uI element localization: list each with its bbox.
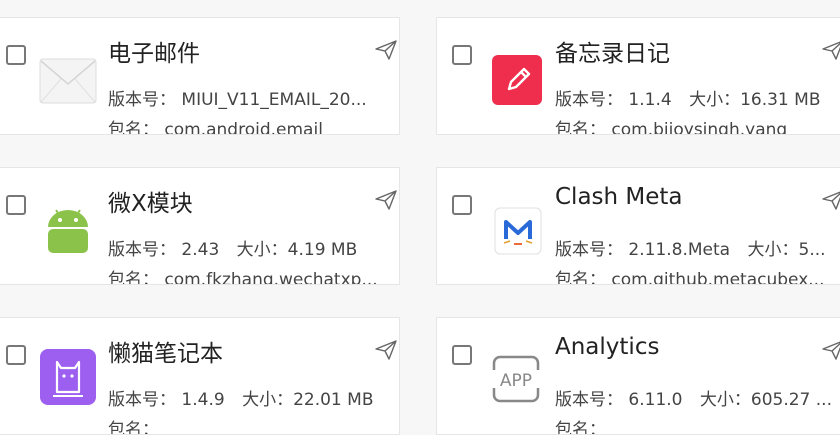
- size-value: 16.31 MB: [740, 90, 821, 110]
- package-value: com.android.email: [164, 120, 323, 135]
- app-card-wechatxp[interactable]: 微X模块 版本号： 2.43 大小：4.19 MB 包名： com.fkzhan…: [0, 167, 400, 285]
- app-title: Clash Meta: [555, 184, 683, 210]
- package-label: 包名：: [108, 120, 159, 135]
- size-value: 22.01 MB: [293, 390, 374, 410]
- send-icon[interactable]: [374, 338, 398, 362]
- send-icon[interactable]: [821, 38, 840, 62]
- package-line: 包名： com.fkzhang.wechatxp...: [108, 265, 398, 285]
- send-icon[interactable]: [374, 38, 398, 62]
- version-label: 版本号：: [108, 90, 176, 110]
- app-title: 懒猫笔记本: [108, 341, 223, 367]
- app-title: 备忘录日记: [555, 41, 670, 67]
- version-label: 版本号：: [108, 240, 176, 260]
- select-checkbox[interactable]: [6, 195, 26, 215]
- package-value: com.github.metacubex...: [611, 270, 825, 285]
- android-robot-icon: [39, 202, 97, 260]
- size-label: 大小：: [699, 390, 751, 410]
- app-card-memo[interactable]: 备忘录日记 版本号： 1.1.4 大小：16.31 MB 包名： com.bij…: [436, 17, 840, 135]
- select-checkbox[interactable]: [6, 45, 26, 65]
- send-icon[interactable]: [821, 188, 840, 212]
- version-line: 版本号： 1.1.4 大小：16.31 MB: [555, 85, 840, 110]
- version-value: 2.11.8.Meta: [628, 240, 731, 260]
- app-card-email[interactable]: 电子邮件 版本号： MIUI_V11_EMAIL_20... 包名： com.a…: [0, 17, 400, 135]
- version-line: 版本号： 6.11.0 大小：605.27 ...: [555, 385, 840, 410]
- select-checkbox[interactable]: [452, 45, 472, 65]
- app-title: Analytics: [555, 334, 660, 360]
- package-label: 包名：: [555, 270, 606, 285]
- version-value: 1.1.4: [628, 90, 672, 110]
- app-title: 电子邮件: [108, 41, 200, 67]
- app-card-clash-meta[interactable]: Clash Meta 版本号： 2.11.8.Meta 大小：5... 包名： …: [436, 167, 840, 285]
- select-checkbox[interactable]: [6, 345, 26, 365]
- select-checkbox[interactable]: [452, 195, 472, 215]
- clash-meta-icon: [489, 202, 547, 260]
- size-label: 大小：: [747, 240, 799, 260]
- version-line: 版本号： 2.11.8.Meta 大小：5...: [555, 235, 840, 260]
- size-label: 大小：: [236, 240, 288, 260]
- size-label: 大小：: [242, 390, 294, 410]
- pencil-note-icon: [488, 51, 546, 109]
- size-value: 5...: [798, 240, 826, 260]
- app-title: 微X模块: [108, 191, 193, 217]
- size-label: 大小：: [689, 90, 741, 110]
- app-placeholder-icon: APP: [487, 350, 545, 408]
- send-icon[interactable]: [821, 338, 840, 362]
- size-value: 605.27 ...: [750, 390, 832, 410]
- package-value: com.fkzhang.wechatxp...: [164, 270, 378, 285]
- size-value: 4.19 MB: [287, 240, 358, 260]
- package-label: 包名：: [555, 420, 606, 435]
- package-line: 包名： com.android.email: [108, 115, 398, 135]
- app-card-analytics[interactable]: APP Analytics 版本号： 6.11.0 大小：605.27 ... …: [436, 317, 840, 435]
- select-checkbox[interactable]: [452, 345, 472, 365]
- app-card-cat-notebook[interactable]: 懒猫笔记本 版本号： 1.4.9 大小：22.01 MB 包名：: [0, 317, 400, 435]
- version-label: 版本号：: [555, 90, 623, 110]
- svg-text:APP: APP: [500, 371, 532, 391]
- package-value: com.bijoysingh.yang: [611, 120, 788, 135]
- package-label: 包名：: [108, 270, 159, 285]
- cat-notebook-icon: [39, 348, 97, 406]
- package-label: 包名：: [108, 420, 159, 435]
- version-line: 版本号： MIUI_V11_EMAIL_20...: [108, 85, 398, 110]
- version-line: 版本号： 2.43 大小：4.19 MB: [108, 235, 398, 260]
- package-label: 包名：: [555, 120, 606, 135]
- version-value: 2.43: [181, 240, 220, 260]
- version-line: 版本号： 1.4.9 大小：22.01 MB: [108, 385, 398, 410]
- package-line: 包名： com.bijoysingh.yang: [555, 115, 840, 135]
- version-value: 6.11.0: [628, 390, 683, 410]
- version-label: 版本号：: [555, 390, 623, 410]
- version-label: 版本号：: [555, 240, 623, 260]
- version-label: 版本号：: [108, 390, 176, 410]
- envelope-icon: [39, 52, 97, 110]
- version-value: 1.4.9: [181, 390, 225, 410]
- package-line: 包名： com.github.metacubex...: [555, 265, 840, 285]
- package-line: 包名：: [108, 415, 398, 435]
- package-line: 包名：: [555, 415, 840, 435]
- send-icon[interactable]: [374, 188, 398, 212]
- version-value: MIUI_V11_EMAIL_20...: [181, 90, 367, 110]
